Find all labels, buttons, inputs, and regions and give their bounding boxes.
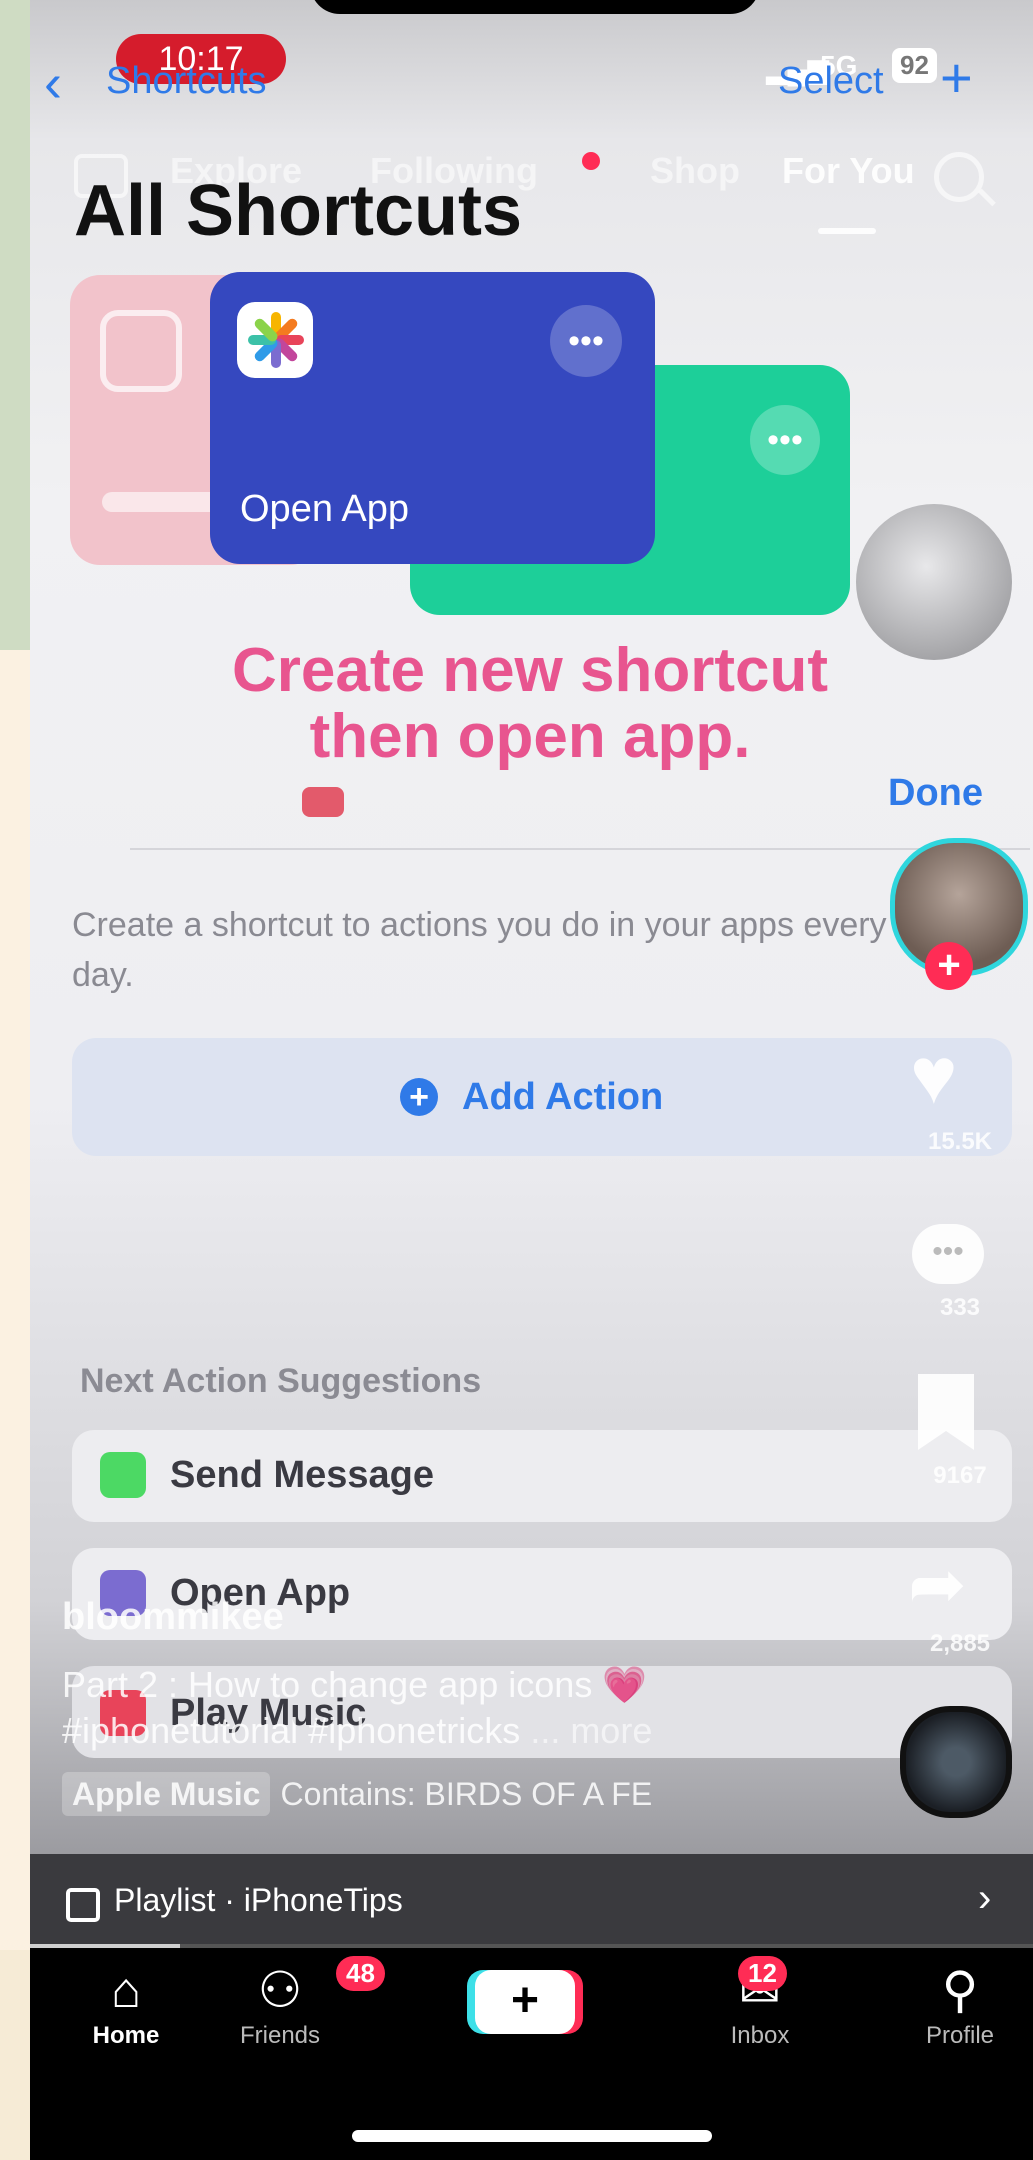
active-tab-indicator <box>818 228 876 234</box>
playlist-label: Playlist · iPhoneTips <box>114 1882 403 1918</box>
friends-badge: 48 <box>336 1956 385 1991</box>
video-progress-fill <box>30 1944 181 1948</box>
tab-friends[interactable]: ⚇ Friends <box>220 1960 340 2050</box>
share-count: 2,885 <box>929 1630 991 1657</box>
notch <box>310 0 760 14</box>
heart-icon[interactable]: ♥ <box>910 1036 958 1116</box>
create-button[interactable]: + <box>475 1970 575 2034</box>
overlay-line-2: then open app. <box>309 702 751 771</box>
chevron-right-icon: › <box>978 1876 992 1920</box>
more-options-icon[interactable]: ••• <box>750 405 820 475</box>
select-button[interactable]: Select <box>778 60 884 103</box>
add-action-label: Add Action <box>462 1076 664 1118</box>
background-panel-lower <box>0 650 30 1950</box>
messages-app-icon <box>100 1452 146 1498</box>
home-indicator[interactable] <box>352 2130 712 2142</box>
music-disc-icon[interactable] <box>900 1706 1012 1818</box>
post-caption[interactable]: Part 2 : How to change app icons 💗 #ipho… <box>62 1662 842 1754</box>
shortcut-glyph-icon <box>302 787 344 818</box>
battery-indicator: 92 <box>892 48 937 83</box>
chevron-left-icon[interactable]: ‹ <box>44 56 62 110</box>
tab-label: Profile <box>925 2022 995 2049</box>
blurred-avatar <box>856 504 1012 660</box>
music-row[interactable]: Apple Music Contains: BIRDS OF A FE <box>62 1772 653 1816</box>
overlay-line-1: Create new shortcut <box>231 636 829 705</box>
background-panel <box>0 0 30 650</box>
tab-label: Home <box>92 2022 160 2049</box>
friends-icon: ⚇ <box>257 1962 303 2018</box>
video-overlay-caption: Create new shortcut then open app. <box>180 638 880 770</box>
comment-count: 333 <box>939 1294 981 1321</box>
save-count: 9167 <box>933 1462 987 1489</box>
editor-description: Create a shortcut to actions you do in y… <box>72 906 887 994</box>
layers-icon <box>100 310 182 392</box>
photos-app-icon <box>237 302 313 378</box>
shortcut-name-chip <box>302 778 652 818</box>
more-link[interactable]: ... more <box>530 1710 652 1751</box>
page-title: All Shortcuts <box>74 171 523 251</box>
phone-screen: 10:17 ▂▄▆ 5G 92 ‹ Shortcuts Select + Exp… <box>30 0 1033 2160</box>
video-progress-track[interactable] <box>30 1944 1033 1948</box>
tab-for-you[interactable]: For You <box>782 150 915 192</box>
add-shortcut-button[interactable]: + <box>940 50 973 106</box>
follow-button[interactable]: + <box>925 942 973 990</box>
playlist-icon <box>66 1888 100 1922</box>
done-button[interactable]: Done <box>888 772 983 815</box>
like-count: 15.5K <box>927 1128 993 1155</box>
search-icon[interactable] <box>934 152 984 202</box>
back-button[interactable]: Shortcuts <box>106 60 267 103</box>
shortcut-card-label-blurred <box>102 492 222 512</box>
home-icon: ⌂ <box>110 1962 142 2018</box>
plus-circle-icon: + <box>400 1078 438 1116</box>
tab-shop[interactable]: Shop <box>650 150 740 192</box>
tab-home[interactable]: ⌂ Home <box>66 1960 186 2050</box>
notification-dot <box>582 152 600 170</box>
apple-music-chip[interactable]: Apple Music <box>62 1772 271 1816</box>
inbox-badge: 12 <box>738 1956 787 1991</box>
music-title: Contains: BIRDS OF A FE <box>280 1776 653 1812</box>
more-options-icon[interactable]: ••• <box>550 305 622 377</box>
tab-label: Inbox <box>730 2022 790 2049</box>
tab-label: Friends <box>239 2022 321 2049</box>
profile-icon: ⚲ <box>941 1962 979 2018</box>
suggestions-heading: Next Action Suggestions <box>80 1362 482 1400</box>
suggestion-label: Send Message <box>170 1454 434 1496</box>
comment-icon[interactable]: ••• <box>912 1224 984 1284</box>
divider <box>130 848 1030 850</box>
shortcut-card-label: Open App <box>240 488 410 530</box>
creator-username[interactable]: bloommikee <box>62 1596 284 1639</box>
share-icon[interactable]: ➦ <box>908 1544 967 1624</box>
tab-profile[interactable]: ⚲ Profile <box>900 1960 1020 2050</box>
